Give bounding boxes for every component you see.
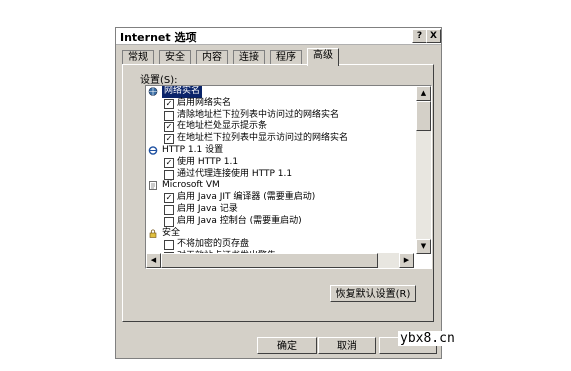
group-label: HTTP 1.1 设置 (162, 144, 224, 155)
title-bar: Internet 选项 ? X (116, 28, 441, 45)
setting-item[interactable]: 启用 Java 记录 (146, 204, 416, 216)
scroll-left-icon[interactable]: ◀ (146, 253, 161, 268)
setting-item[interactable]: ✓ 在地址栏处显示提示条 (146, 121, 416, 133)
ie-icon (148, 146, 158, 155)
setting-label: 在地址栏处显示提示条 (177, 121, 268, 132)
setting-label: 使用 HTTP 1.1 (177, 156, 239, 167)
group-label: 安全 (162, 227, 181, 238)
setting-label: 通过代理连接使用 HTTP 1.1 (177, 168, 293, 179)
setting-label: 不将加密的页存盘 (177, 239, 250, 250)
group-label: Microsoft VM (162, 180, 220, 191)
setting-checkbox[interactable]: ✓ (164, 98, 174, 109)
settings-group[interactable]: 网络实名 (146, 86, 416, 98)
horizontal-scroll-thumb[interactable] (161, 253, 378, 268)
scroll-down-icon[interactable]: ▼ (416, 239, 431, 254)
dialog-title: Internet 选项 (120, 31, 197, 44)
setting-label: 启用 Java 记录 (177, 203, 238, 214)
tab-connections[interactable]: 连接 (233, 50, 265, 65)
setting-checkbox[interactable] (164, 240, 174, 251)
tab-general[interactable]: 常规 (122, 50, 154, 65)
setting-checkbox[interactable] (164, 216, 174, 227)
tab-advanced[interactable]: 高级 (307, 48, 339, 66)
setting-label: 在地址栏下拉列表中显示访问过的网络实名 (177, 133, 349, 144)
setting-item[interactable]: ✓ 启用网络实名 (146, 98, 416, 110)
group-label: 网络实名 (162, 86, 203, 98)
vertical-scroll-thumb[interactable] (416, 101, 431, 131)
setting-checkbox[interactable]: ✓ (164, 193, 174, 204)
setting-item[interactable]: 不将加密的页存盘 (146, 239, 416, 251)
globe-icon (148, 87, 158, 96)
setting-checkbox[interactable]: ✓ (164, 134, 174, 145)
tab-content[interactable]: 内容 (196, 50, 228, 65)
ok-button[interactable]: 确定 (257, 337, 317, 354)
setting-checkbox[interactable] (164, 204, 174, 215)
settings-group[interactable]: HTTP 1.1 设置 (146, 145, 416, 157)
setting-item[interactable]: 启用 Java 控制台 (需要重启动) (146, 216, 416, 228)
cancel-button[interactable]: 取消 (318, 337, 376, 354)
setting-checkbox[interactable]: ✓ (164, 157, 174, 168)
setting-label: 启用 Java JIT 编译器 (需要重启动) (177, 192, 316, 203)
setting-label: 清除地址栏下拉列表中访问过的网络实名 (177, 109, 340, 120)
settings-label: 设置(S): (140, 75, 178, 86)
internet-options-dialog: Internet 选项 ? X 常规 安全 内容 连接 程序 高级 设置(S):… (115, 27, 442, 359)
setting-checkbox[interactable] (164, 169, 174, 180)
setting-label: 启用 Java 控制台 (需要重启动) (177, 215, 302, 226)
watermark-text: ybx8.cn (398, 331, 457, 346)
setting-item[interactable]: ✓ 在地址栏下拉列表中显示访问过的网络实名 (146, 133, 416, 145)
settings-list[interactable]: 网络实名 ✓ 启用网络实名 清除地址栏下拉列表中访问过的网络实名 ✓ 在地址栏处显示提示条… (145, 85, 432, 269)
setting-item[interactable]: 通过代理连接使用 HTTP 1.1 (146, 169, 416, 181)
setting-checkbox[interactable]: ✓ (164, 122, 174, 133)
setting-item[interactable]: ✓ 使用 HTTP 1.1 (146, 157, 416, 169)
scroll-up-icon[interactable]: ▲ (416, 86, 431, 101)
close-button[interactable]: X (426, 29, 441, 43)
setting-item[interactable]: 清除地址栏下拉列表中访问过的网络实名 (146, 110, 416, 122)
horizontal-scrollbar[interactable]: ◀ ▶ (146, 253, 414, 268)
scroll-right-icon[interactable]: ▶ (399, 253, 414, 268)
setting-checkbox[interactable] (164, 110, 174, 121)
vertical-scrollbar[interactable]: ▲ ▼ (416, 86, 431, 254)
setting-item[interactable]: ✓ 启用 Java JIT 编译器 (需要重启动) (146, 192, 416, 204)
document-icon (148, 181, 158, 191)
lock-icon (148, 229, 158, 238)
restore-defaults-button[interactable]: 恢复默认设置(R) (330, 285, 416, 302)
tab-security[interactable]: 安全 (159, 50, 191, 65)
settings-group[interactable]: 安全 (146, 228, 416, 240)
setting-label: 启用网络实名 (177, 97, 232, 108)
help-button[interactable]: ? (412, 29, 427, 43)
settings-group[interactable]: Microsoft VM (146, 180, 416, 192)
tab-programs[interactable]: 程序 (270, 50, 302, 65)
